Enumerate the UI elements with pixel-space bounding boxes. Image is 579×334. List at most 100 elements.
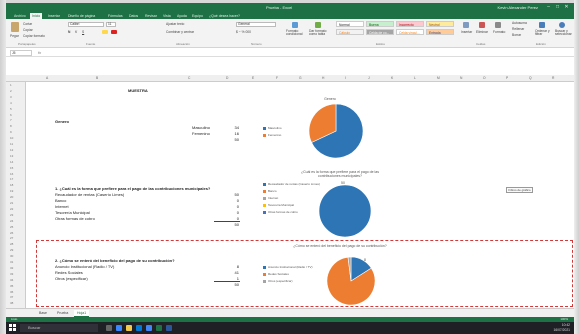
col-header[interactable]: N bbox=[460, 76, 462, 80]
chart2-title[interactable]: ¿Cuál es la forma que prefiere para el p… bbox=[290, 170, 390, 178]
merge-center-button[interactable]: Combinar y centrar bbox=[166, 30, 194, 34]
row-header[interactable]: 22 bbox=[10, 207, 13, 211]
conditional-format-icon[interactable] bbox=[292, 22, 298, 28]
row-header[interactable]: 28 bbox=[10, 242, 13, 246]
store-icon[interactable] bbox=[136, 325, 142, 331]
font-color-icon[interactable] bbox=[111, 30, 117, 34]
conditional-format-button[interactable]: Formato condicional bbox=[286, 29, 308, 37]
name-box[interactable]: J5 bbox=[10, 50, 32, 56]
row-header[interactable]: 3 bbox=[10, 95, 12, 99]
format-as-table-button[interactable]: Dar formato como tabla bbox=[309, 29, 331, 37]
col-header[interactable]: F bbox=[276, 76, 278, 80]
row-header[interactable]: 20 bbox=[10, 195, 13, 199]
col-header[interactable]: E bbox=[252, 76, 254, 80]
row-header[interactable]: 18 bbox=[10, 183, 13, 187]
row-header[interactable]: 38 bbox=[10, 301, 13, 305]
minimize-button[interactable]: – bbox=[545, 4, 552, 10]
currency-button[interactable]: $ ~ % 000 bbox=[236, 30, 251, 34]
fill-color-icon[interactable] bbox=[102, 30, 108, 34]
row-header[interactable]: 5 bbox=[10, 107, 12, 111]
bold-button[interactable]: N bbox=[68, 30, 70, 34]
style-celda-comprobacion[interactable]: Celda de co... bbox=[366, 29, 394, 35]
col-header[interactable]: G bbox=[299, 76, 302, 80]
row-header[interactable]: 21 bbox=[10, 201, 13, 205]
row-header[interactable]: 35 bbox=[10, 284, 13, 288]
row-header[interactable]: 19 bbox=[10, 189, 13, 193]
italic-button[interactable]: K bbox=[75, 30, 77, 34]
delete-cells-icon[interactable] bbox=[479, 22, 485, 28]
col-header[interactable]: H bbox=[322, 76, 324, 80]
close-button[interactable]: ✕ bbox=[563, 4, 570, 10]
row-header[interactable]: 13 bbox=[10, 154, 13, 158]
excel-icon[interactable] bbox=[156, 325, 162, 331]
chart3-pie[interactable] bbox=[326, 256, 376, 306]
row-header[interactable]: 36 bbox=[10, 290, 13, 294]
number-format-select[interactable]: General bbox=[236, 22, 276, 27]
format-cells-icon[interactable] bbox=[495, 22, 501, 28]
row-header[interactable]: 32 bbox=[10, 266, 13, 270]
q1-row-value[interactable]: 50 bbox=[225, 192, 239, 197]
chart-filters-button[interactable]: Filtros de gráfico bbox=[506, 187, 533, 193]
format-cells-button[interactable]: Formato bbox=[493, 30, 505, 34]
chart1-legend[interactable]: Masculino Femenino bbox=[263, 125, 282, 139]
chart2-pie[interactable] bbox=[318, 184, 372, 238]
col-header[interactable]: B bbox=[96, 76, 98, 80]
q1-row-value[interactable]: 0 bbox=[225, 210, 239, 215]
col-header[interactable]: A bbox=[46, 76, 48, 80]
q1-row-label[interactable]: Otras formas de cobro bbox=[55, 216, 95, 221]
windows-start-icon[interactable] bbox=[9, 324, 16, 331]
q1-row-label[interactable]: Tesorería Municipal bbox=[55, 210, 90, 215]
row-header[interactable]: 4 bbox=[10, 101, 12, 105]
autosum-button[interactable]: Autosuma bbox=[512, 21, 527, 25]
taskbar-search[interactable]: Buscar bbox=[20, 324, 98, 332]
genero-row-value[interactable]: 34 bbox=[225, 125, 239, 130]
sort-filter-icon[interactable] bbox=[539, 22, 545, 28]
format-painter-button[interactable]: Copiar formato bbox=[23, 34, 45, 38]
row-header[interactable]: 33 bbox=[10, 272, 13, 276]
style-incorrecto[interactable]: Incorrecto bbox=[396, 21, 424, 27]
underline-button[interactable]: S bbox=[82, 30, 84, 34]
insert-cells-icon[interactable] bbox=[463, 22, 469, 28]
row-header[interactable]: 30 bbox=[10, 254, 13, 258]
row-header[interactable]: 17 bbox=[10, 177, 13, 181]
row-header[interactable]: 10 bbox=[10, 136, 13, 140]
genero-label[interactable]: Genero bbox=[55, 119, 69, 124]
paste-button[interactable]: Pegar bbox=[10, 34, 19, 38]
row-header[interactable]: 9 bbox=[10, 130, 12, 134]
style-calculo[interactable]: Cálculo bbox=[336, 29, 364, 35]
pie-slice[interactable] bbox=[318, 184, 372, 238]
file-explorer-icon[interactable] bbox=[126, 325, 132, 331]
paste-icon[interactable] bbox=[11, 22, 19, 32]
insert-cells-button[interactable]: Insertar bbox=[461, 30, 472, 34]
q1-row-label[interactable]: Banco bbox=[55, 198, 66, 203]
font-size-select[interactable]: 11 bbox=[106, 22, 116, 27]
find-select-icon[interactable] bbox=[559, 22, 565, 28]
row-header[interactable]: 24 bbox=[10, 219, 13, 223]
task-view-icon[interactable] bbox=[106, 325, 112, 331]
format-table-icon[interactable] bbox=[315, 22, 321, 28]
col-header[interactable]: I bbox=[345, 76, 346, 80]
row-header[interactable]: 2 bbox=[10, 89, 12, 93]
row-header[interactable]: 8 bbox=[10, 124, 12, 128]
row-header[interactable]: 12 bbox=[10, 148, 13, 152]
taskbar-clock[interactable]: 10:42 16/07/2021 bbox=[553, 323, 570, 332]
col-header[interactable]: Q bbox=[529, 76, 532, 80]
row-header[interactable]: 34 bbox=[10, 278, 13, 282]
row-header[interactable]: 14 bbox=[10, 160, 13, 164]
chrome-icon[interactable] bbox=[146, 325, 152, 331]
sort-filter-button[interactable]: Ordenar y filtrar bbox=[535, 29, 553, 37]
col-header[interactable]: P bbox=[506, 76, 508, 80]
col-header[interactable]: R bbox=[552, 76, 554, 80]
style-entrada[interactable]: Entrada bbox=[426, 29, 454, 35]
col-header[interactable]: D bbox=[226, 76, 228, 80]
genero-total[interactable]: 50 bbox=[225, 137, 239, 142]
style-neutral[interactable]: Neutral bbox=[426, 21, 454, 27]
col-header[interactable]: O bbox=[483, 76, 486, 80]
sheet-tab-hoja1[interactable]: Hoja1 bbox=[74, 310, 90, 317]
fx-icon[interactable]: fx bbox=[38, 50, 41, 55]
fill-button[interactable]: Rellenar bbox=[512, 27, 524, 31]
q1-total[interactable]: 50 bbox=[225, 222, 239, 227]
word-icon[interactable] bbox=[166, 325, 172, 331]
chart2-legend[interactable]: Recaudador de rentas (Caserío Limes) Ban… bbox=[263, 181, 320, 216]
q1-row-value[interactable]: 0 bbox=[225, 204, 239, 209]
